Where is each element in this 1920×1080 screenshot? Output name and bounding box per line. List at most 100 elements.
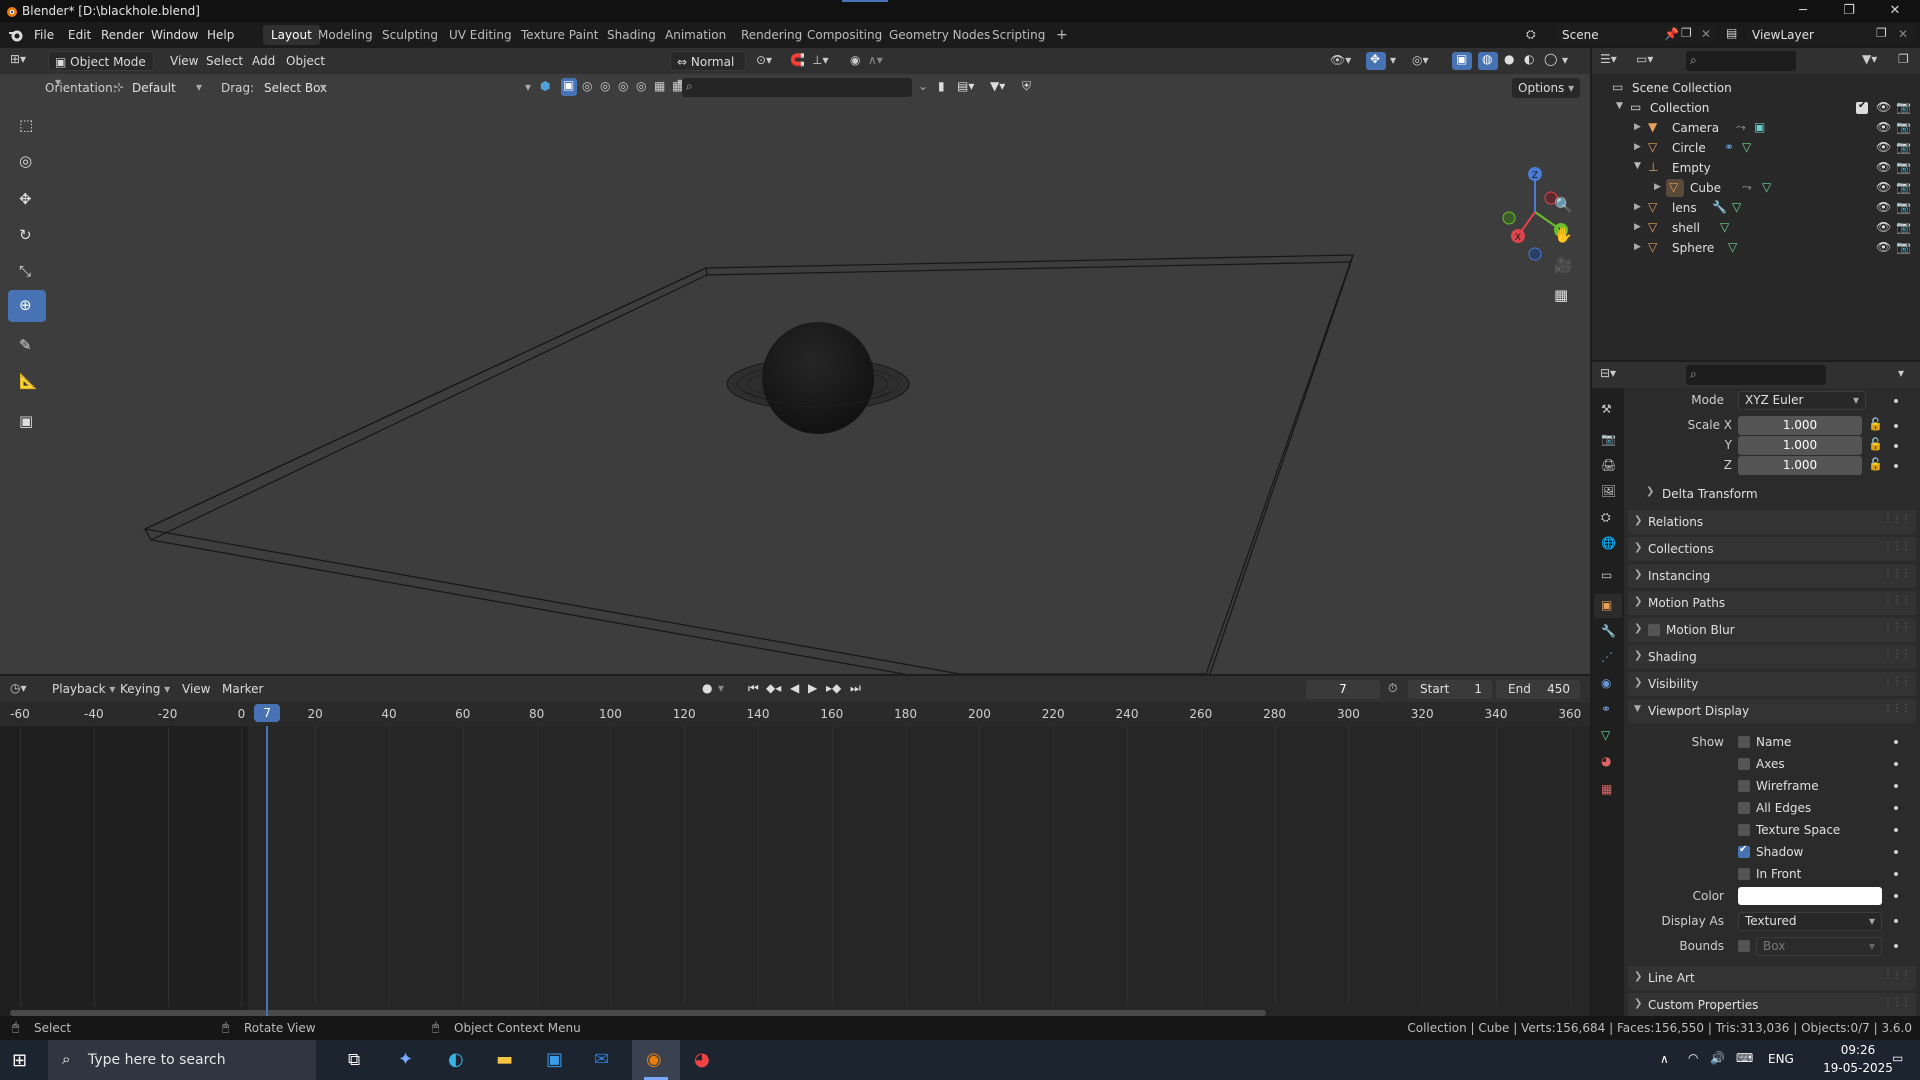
output-tab-icon[interactable]: 🖨: [1601, 458, 1616, 472]
eye-icon[interactable]: 👁: [1876, 220, 1891, 234]
outliner-row-shell[interactable]: ▶ ▽ shell ▽ 👁 📷: [1592, 218, 1920, 238]
expand-arrow-icon[interactable]: ▶: [1634, 242, 1641, 252]
restore-button[interactable]: ❐: [1826, 0, 1872, 22]
render-camera-icon[interactable]: 📷: [1896, 160, 1911, 174]
keyframe-dot[interactable]: [1894, 399, 1898, 403]
menu-render[interactable]: Render: [101, 28, 144, 42]
menu-window[interactable]: Window: [151, 28, 198, 42]
volume-icon[interactable]: 🔊: [1710, 1051, 1725, 1065]
lock-icon[interactable]: 🔓: [1868, 457, 1883, 471]
keyframe-dot[interactable]: [1894, 806, 1898, 810]
tab-texture-paint[interactable]: Texture Paint: [513, 25, 606, 45]
collection-tab-icon[interactable]: ▭: [1601, 568, 1612, 582]
constraints-tab-icon[interactable]: ⚭: [1601, 702, 1611, 716]
current-frame-field[interactable]: 7: [1306, 680, 1380, 699]
menu-view[interactable]: View: [176, 679, 216, 699]
close-button[interactable]: ✕: [1872, 0, 1918, 22]
panel-visibility[interactable]: ❯ Visibility ⋮⋮⋮: [1628, 672, 1916, 696]
add-cube-tool[interactable]: ▣: [8, 406, 46, 438]
solid-shading-icon[interactable]: ●: [1504, 52, 1514, 66]
tab-animation[interactable]: Animation: [657, 25, 734, 45]
options-dropdown[interactable]: Options ▾: [1512, 78, 1581, 98]
show-name-checkbox[interactable]: [1738, 736, 1750, 748]
new-collection-icon[interactable]: ❐: [1898, 52, 1909, 66]
filter-mesh-icon[interactable]: ◎: [582, 79, 592, 93]
playback-menu[interactable]: Playback ▾: [46, 679, 121, 699]
zoom-icon[interactable]: 🔍: [1554, 196, 1573, 214]
panel-viewport-display[interactable]: ▼ Viewport Display ⋮⋮⋮: [1628, 699, 1916, 723]
show-all-edges-checkbox[interactable]: [1738, 802, 1750, 814]
scene-selector[interactable]: Scene 📌 ❐ ✕: [1556, 25, 1716, 45]
add-workspace-button[interactable]: +: [1048, 25, 1076, 45]
pan-hand-icon[interactable]: ✋: [1554, 226, 1573, 244]
expand-arrow-icon[interactable]: ▶: [1634, 142, 1641, 152]
outlook-icon[interactable]: ✉: [594, 1049, 609, 1070]
funnel-icon[interactable]: ⌄: [918, 79, 928, 93]
outliner-search-input[interactable]: ⌕: [1686, 51, 1796, 71]
windows-start-icon[interactable]: ⊞: [12, 1050, 27, 1071]
keyframe-dot[interactable]: [1894, 944, 1898, 948]
copilot-icon[interactable]: ✦: [398, 1049, 413, 1070]
tab-compositing[interactable]: Compositing: [799, 25, 890, 45]
prev-keyframe-icon[interactable]: ◆◂: [766, 681, 781, 695]
keyboard-icon[interactable]: ⌨: [1736, 1051, 1753, 1065]
menu-marker[interactable]: Marker: [216, 679, 269, 699]
filter-camera-icon[interactable]: ▦: [654, 79, 665, 93]
blender-menu-icon[interactable]: [8, 27, 24, 46]
preview-range-icon[interactable]: ⏱: [1388, 681, 1397, 696]
particles-tab-icon[interactable]: ⋰: [1601, 650, 1613, 664]
outliner-row-scene-collection[interactable]: ▭ Scene Collection: [1592, 78, 1920, 98]
outliner-row-cube[interactable]: ▶ ▽ Cube ⤳ ▽ 👁 📷: [1592, 178, 1920, 198]
keyframe-dot[interactable]: [1894, 850, 1898, 854]
tab-scripting[interactable]: Scripting: [984, 25, 1053, 45]
move-tool[interactable]: ✥: [8, 184, 46, 216]
play-reverse-icon[interactable]: ◀: [790, 681, 799, 695]
blender-taskbar-button[interactable]: ◉: [632, 1040, 680, 1080]
expand-arrow-icon[interactable]: ▼: [1616, 101, 1623, 111]
properties-options-icon[interactable]: ▾: [1898, 366, 1904, 380]
bookmark-icon[interactable]: ▮: [938, 79, 945, 93]
show-in-front-checkbox[interactable]: [1738, 868, 1750, 880]
properties-search-input[interactable]: ⌕: [1686, 365, 1826, 385]
keyframe-dot[interactable]: [1894, 740, 1898, 744]
display-mode-icon[interactable]: ▭▾: [1636, 52, 1653, 66]
annotate-tool[interactable]: ✎: [8, 330, 46, 362]
physics-tab-icon[interactable]: ◉: [1601, 676, 1611, 690]
texture-tab-icon[interactable]: ▦: [1601, 782, 1612, 796]
keyframe-dot[interactable]: [1894, 828, 1898, 832]
rotate-tool[interactable]: ↻: [8, 220, 46, 252]
keyframe-dot[interactable]: [1894, 894, 1898, 898]
properties-editor-icon[interactable]: ⊟▾: [1600, 366, 1616, 380]
expand-arrow-icon[interactable]: ▶: [1634, 222, 1641, 232]
bounds-dropdown[interactable]: Box ▾: [1756, 937, 1882, 956]
play-icon[interactable]: ▶: [808, 681, 817, 695]
outliner-editor-icon[interactable]: ☰▾: [1600, 52, 1617, 66]
properties-panel[interactable]: Mode XYZ Euler ▾ Scale X 1.000 🔓 Y 1.000…: [1624, 388, 1920, 1020]
bounds-checkbox[interactable]: [1738, 940, 1750, 952]
keyframe-dot[interactable]: [1894, 784, 1898, 788]
scale-y-field[interactable]: 1.000: [1738, 436, 1862, 455]
menu-view[interactable]: View: [164, 51, 204, 71]
rendered-shading-icon[interactable]: ◯: [1544, 52, 1557, 66]
scale-tool[interactable]: ⤡: [8, 256, 46, 288]
start-frame-field[interactable]: Start 1: [1408, 680, 1492, 699]
jump-end-icon[interactable]: ⏭: [850, 681, 861, 696]
language-indicator[interactable]: ENG: [1768, 1052, 1794, 1066]
drag-grip-icon[interactable]: ⋮⋮⋮: [1883, 970, 1911, 981]
drag-grip-icon[interactable]: ⋮⋮⋮: [1883, 622, 1911, 633]
filter-meta-icon[interactable]: ◎: [636, 79, 646, 93]
show-shadow-checkbox[interactable]: ✔: [1738, 844, 1750, 858]
show-wireframe-checkbox[interactable]: [1738, 780, 1750, 792]
visibility-icon[interactable]: 👁▾: [1330, 53, 1351, 67]
view-layer-selector[interactable]: ViewLayer ❐ ✕: [1746, 25, 1914, 45]
filter-surface-icon[interactable]: ◎: [618, 79, 628, 93]
eye-icon[interactable]: 👁: [1876, 120, 1891, 134]
material-tab-icon[interactable]: ◕: [1601, 754, 1611, 768]
material-shading-icon[interactable]: ◐: [1524, 52, 1534, 66]
task-view-icon[interactable]: ⧉: [348, 1050, 360, 1070]
cursor-tool[interactable]: ◎: [8, 146, 46, 178]
show-texture-space-checkbox[interactable]: [1738, 824, 1750, 836]
render-camera-icon[interactable]: 📷: [1896, 180, 1911, 194]
drag-grip-icon[interactable]: ⋮⋮⋮: [1883, 997, 1911, 1008]
gizmo-dropdown-icon[interactable]: ▾: [1390, 53, 1396, 67]
